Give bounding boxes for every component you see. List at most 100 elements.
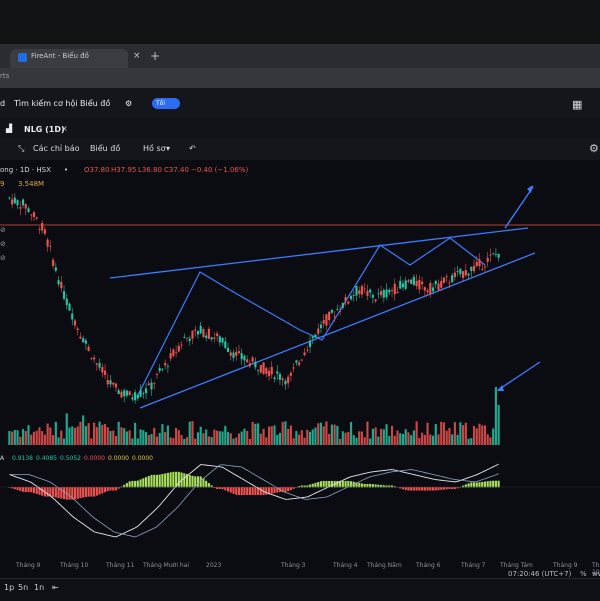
candle-body (30, 214, 33, 216)
macd-histogram-bar (325, 480, 328, 488)
volume-bar (117, 421, 120, 445)
candle-body (336, 309, 339, 310)
volume-bar (393, 435, 396, 445)
volume-bar (49, 427, 52, 445)
volume-bar (399, 433, 402, 445)
candle-body (87, 346, 90, 352)
macd-histogram-bar (169, 472, 172, 488)
macd-histogram-bar (188, 474, 191, 488)
candle-body (175, 351, 178, 353)
macd-histogram-bar (248, 487, 251, 496)
macd-histogram-bar (284, 487, 287, 493)
candle-body (453, 272, 456, 278)
candle-body (11, 199, 14, 205)
candle-body (120, 391, 123, 398)
candle-body (451, 275, 454, 283)
macd-histogram-bar (41, 487, 44, 496)
volume-bar (71, 426, 74, 445)
macd-histogram-bar (216, 487, 219, 490)
volume-bar (358, 431, 361, 445)
macd-histogram-bar (82, 487, 85, 498)
macd-histogram-bar (237, 487, 241, 496)
percent-toggle[interactable]: % (580, 570, 587, 578)
volume-bar (16, 430, 19, 445)
volume-bar (382, 429, 385, 445)
macd-histogram-bar (205, 480, 208, 488)
macd-histogram-bar (407, 487, 410, 491)
macd-histogram-bar (418, 487, 421, 491)
volume-bar (183, 438, 186, 445)
volume-bar (481, 425, 484, 445)
candle-body (385, 289, 388, 298)
volume-bar (11, 431, 14, 445)
volume-bar (57, 437, 60, 445)
macd-histogram-bar (224, 487, 227, 491)
candle-body (8, 197, 11, 199)
candle-body (235, 351, 238, 356)
candle-body (147, 383, 150, 386)
candle-body (185, 337, 189, 339)
volume-bar (218, 431, 221, 445)
candle-body (199, 325, 202, 334)
candle-body (161, 368, 164, 370)
candle-body (84, 340, 87, 344)
candle-body (303, 352, 306, 356)
volume-bar (492, 428, 495, 445)
x-tick-label: Tháng 6 (416, 562, 441, 569)
candle-body (360, 285, 364, 295)
candle-body (396, 291, 399, 294)
candle-body (289, 372, 292, 376)
candle-body (431, 287, 435, 292)
candle-body (369, 289, 372, 293)
volume-bar (199, 426, 202, 445)
macd-histogram-bar (112, 487, 115, 491)
candle-body (21, 199, 25, 206)
volume-bar (210, 437, 213, 445)
candle-body (352, 295, 355, 296)
candle-body (49, 245, 52, 247)
macd-histogram-bar (164, 473, 167, 488)
candle-body (325, 314, 328, 326)
candle-body (93, 357, 96, 360)
macd-histogram-bar (401, 487, 405, 490)
timeframe-5n[interactable]: 5n (18, 583, 28, 592)
volume-bar (265, 437, 268, 445)
volume-bar (478, 423, 481, 445)
volume-bar (207, 436, 210, 445)
volume-bar (347, 431, 350, 445)
volume-bar (194, 438, 197, 445)
volume-bar (431, 435, 435, 445)
price-chart-svg (0, 185, 600, 538)
candle-body (434, 280, 437, 285)
timeframe-1p[interactable]: 1p (4, 583, 14, 592)
candle-body (101, 367, 104, 373)
candle-body (65, 298, 68, 306)
volume-bar (459, 422, 462, 445)
scale-toggle[interactable]: ww (592, 570, 600, 578)
macd-histogram-bar (76, 487, 79, 499)
date-range-icon[interactable]: ⇤ (52, 583, 59, 592)
candle-body (117, 390, 120, 395)
candle-body (41, 223, 44, 231)
x-tick-label: Tháng Năm (367, 562, 402, 569)
macd-histogram-bar (243, 487, 246, 496)
x-tick-label: Tháng 9 (16, 562, 41, 569)
candle-body (196, 330, 200, 335)
timeframe-1n[interactable]: 1n (34, 583, 44, 592)
volume-bar (180, 435, 183, 445)
candle-body (284, 380, 287, 385)
volume-bar (267, 426, 271, 445)
volume-bar (344, 432, 347, 445)
candle-body (71, 313, 74, 320)
candle-body (191, 330, 194, 339)
macd-histogram-bar (486, 481, 489, 488)
candle-body (254, 361, 257, 368)
clock: 07:20:46 (UTC+7) (508, 570, 572, 578)
candle-body (19, 207, 22, 209)
macd-histogram-bar (492, 480, 495, 488)
volume-bar (289, 425, 292, 445)
volume-bar (281, 421, 284, 445)
volume-bar (221, 431, 224, 445)
volume-bar (426, 422, 429, 445)
volume-bar (462, 425, 465, 445)
